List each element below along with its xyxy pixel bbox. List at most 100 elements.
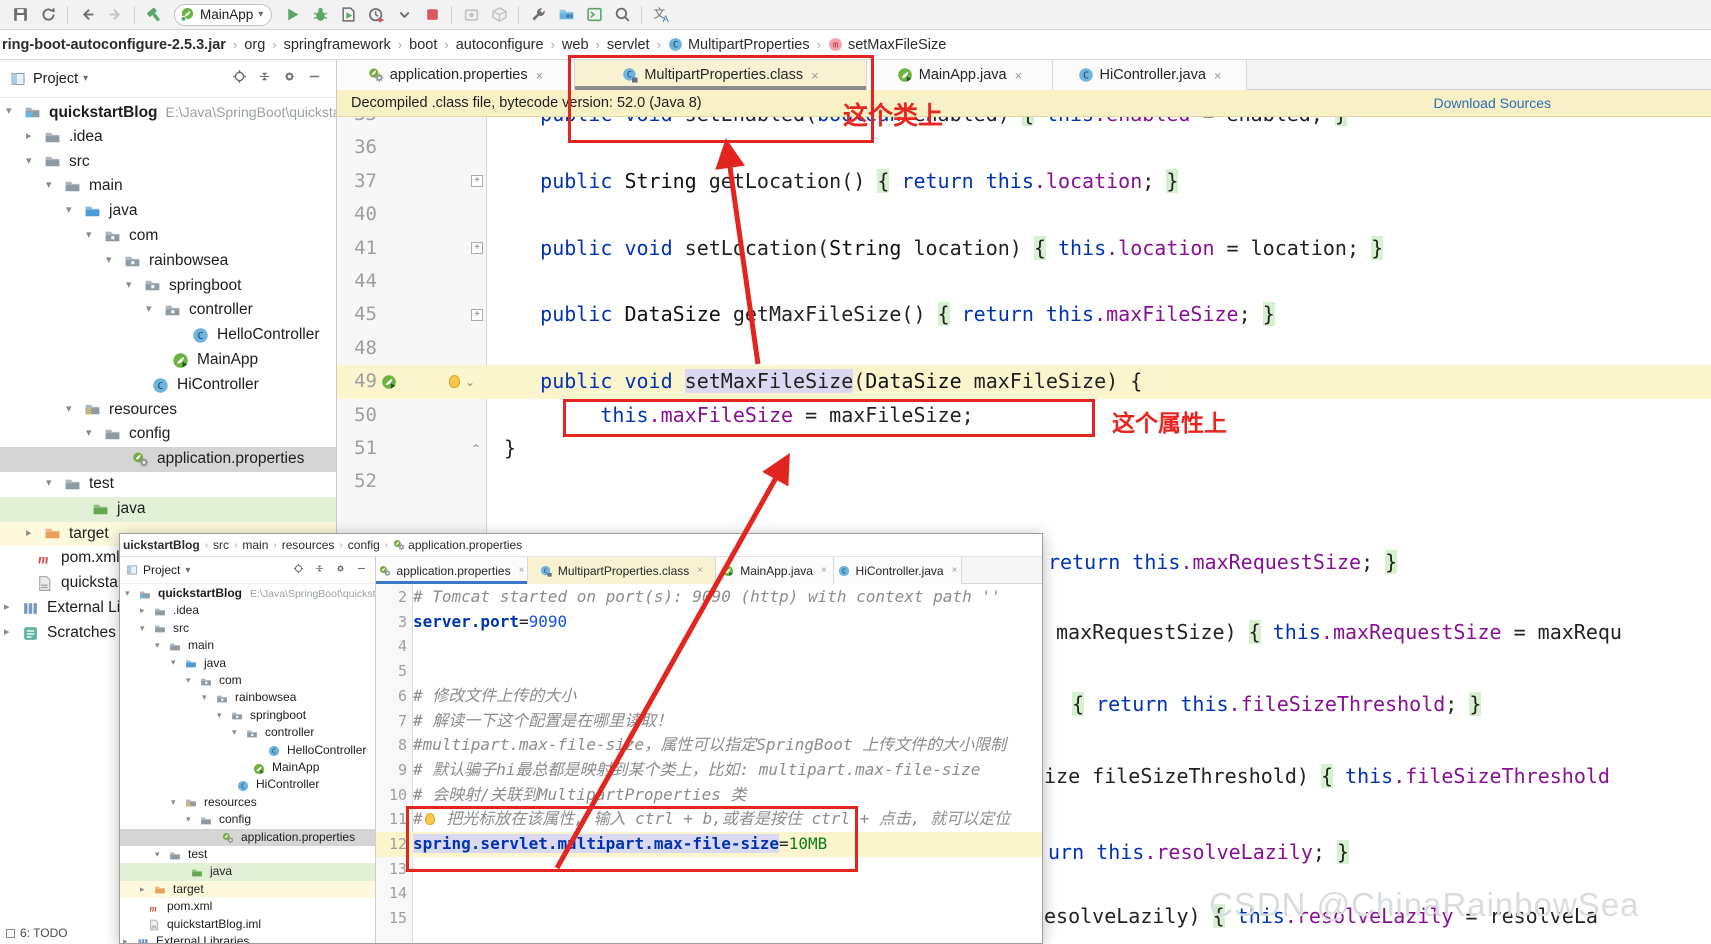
svg-text:C: C — [841, 566, 845, 575]
intention-bulb-icon[interactable] — [449, 375, 460, 389]
tree-item-label: target — [69, 524, 109, 542]
fold-marker-icon[interactable]: + — [471, 309, 483, 322]
code-fragment-4[interactable]: ize fileSizeThreshold) { this.fileSizeTh… — [1044, 760, 1610, 793]
tree-item-test[interactable]: ▾ test — [0, 472, 336, 497]
tab-mainapp-java[interactable]: MainApp.java × — [867, 60, 1053, 90]
breadcrumb-item-application-properties[interactable]: application.properties — [393, 538, 522, 552]
expand-arrow-icon[interactable]: ▸ — [26, 526, 32, 539]
tree-item-com[interactable]: ▾ com — [0, 224, 336, 249]
gear-button[interactable] — [282, 69, 297, 89]
minus-button[interactable] — [307, 69, 322, 89]
collapse-arrow-icon[interactable]: ▾ — [6, 104, 12, 117]
crosshair-button[interactable] — [232, 69, 247, 89]
breadcrumb-label: application.properties — [408, 538, 523, 552]
collapse-arrow-icon[interactable]: ▾ — [46, 178, 52, 191]
collapse-arrow-icon[interactable]: ▾ — [46, 476, 52, 489]
tree-item-idea[interactable]: ▸ .idea — [0, 125, 336, 150]
collapse-arrow-icon[interactable]: ▾ — [126, 278, 132, 291]
code-line-41[interactable]: 41 public void setLocation(String locati… — [337, 232, 1711, 265]
tree-item-controller[interactable]: ▾ controller — [0, 298, 336, 323]
tree-item-label: resources — [109, 400, 178, 418]
tab-label: HiController.java — [1099, 67, 1206, 83]
tree-item-hicontroller[interactable]: C HiController — [0, 373, 336, 398]
collapse-arrow-icon[interactable]: ▾ — [106, 253, 112, 266]
code-line-52[interactable]: 52 — [337, 465, 1711, 498]
minus-button[interactable] — [356, 561, 367, 579]
tree-item-label: rainbowsea — [149, 251, 229, 269]
tree-item-quickstartblog[interactable]: ▾ quickstartBlog E:\Java\SpringBoot\quicks… — [0, 100, 336, 125]
collapse-button[interactable] — [314, 561, 325, 579]
collapse-arrow-icon[interactable]: ▾ — [86, 228, 92, 241]
debug-button[interactable] — [306, 3, 334, 27]
close-tab-icon[interactable]: × — [536, 68, 544, 83]
fold-end-icon[interactable]: ⌃ — [471, 442, 481, 456]
back-button[interactable] — [73, 3, 101, 27]
project-tool-icon — [126, 564, 138, 576]
collapse-button[interactable] — [257, 69, 272, 89]
collapse-arrow-icon[interactable]: ▾ — [66, 203, 72, 216]
tree-item-config[interactable]: ▾ config — [0, 422, 336, 447]
breadcrumb-separator-icon: › — [339, 539, 343, 551]
tree-item-springboot[interactable]: ▾ springboot — [0, 274, 336, 299]
tab-hicontroller-java[interactable]: C HiController.java × — [1053, 60, 1247, 90]
tree-item-rainbowsea[interactable]: ▾ rainbowsea — [0, 249, 336, 274]
code-fragment-3[interactable]: { return this.fileSizeThreshold; } — [1072, 688, 1482, 721]
expand-arrow-icon[interactable]: ▸ — [26, 129, 32, 142]
tree-item-main[interactable]: ▾ main — [0, 174, 336, 199]
breadcrumb-item-config[interactable]: config — [348, 538, 380, 552]
code-fragment-1[interactable]: return this.maxRequestSize; } — [1048, 546, 1398, 579]
crosshair-button[interactable] — [293, 561, 304, 579]
breadcrumb-item-ring-boot-autoconfigure-2-5-3-jar[interactable]: ring-boot-autoconfigure-2.5.3.jar — [2, 37, 226, 53]
scratch-icon — [22, 625, 39, 646]
code-line-9: 9 # 默认骗子hi最总都是映射到某个类上，比如: multipart.max-f… — [120, 758, 1042, 783]
reload-button[interactable] — [34, 3, 62, 27]
code-line-45[interactable]: 45 public DataSize getMaxFileSize() { re… — [337, 298, 1711, 331]
fold-marker-icon[interactable]: + — [471, 175, 483, 188]
close-tab-icon[interactable]: × — [1214, 68, 1222, 83]
breadcrumb-item-org[interactable]: org — [244, 37, 265, 53]
collapse-arrow-icon[interactable]: ▾ — [146, 302, 152, 315]
code-fragment-5[interactable]: urn this.resolveLazily; } — [1048, 836, 1350, 869]
tree-item-java[interactable]: java — [0, 496, 336, 522]
download-sources-link[interactable]: Download Sources — [1433, 95, 1551, 111]
code-line-48[interactable]: 48 — [337, 332, 1711, 365]
tree-item-hellocontroller[interactable]: C HelloController — [0, 323, 336, 348]
code-fragment-2[interactable]: maxRequestSize) { this.maxRequestSize = … — [1056, 616, 1622, 649]
fold-marker-icon[interactable]: + — [471, 242, 483, 255]
gear-button[interactable] — [335, 561, 346, 579]
tab-application-properties[interactable]: application.properties × — [337, 60, 575, 90]
code-line-40[interactable]: 40 — [337, 198, 1711, 231]
project-panel-header: Project ▾ — [0, 60, 336, 98]
code-line-37[interactable]: 37 public String getLocation() { return … — [337, 165, 1711, 198]
tree-item-resources[interactable]: ▾ resources — [0, 398, 336, 423]
code-line-36[interactable]: 36 — [337, 131, 1711, 164]
code-line-49[interactable]: 49 public void setMaxFileSize(DataSize m… — [337, 365, 1711, 398]
forward-button[interactable] — [101, 3, 129, 27]
collapse-arrow-icon[interactable]: ▾ — [66, 402, 72, 415]
tree-item-src[interactable]: ▾ src — [0, 150, 336, 175]
breadcrumb-item-src[interactable]: src — [213, 538, 229, 552]
tree-item-mainapp[interactable]: MainApp — [0, 348, 336, 373]
code-line-51[interactable]: 51 } ⌃ — [337, 432, 1711, 465]
collapse-arrow-icon[interactable]: ▾ — [26, 154, 32, 167]
code-text: public void setLocation(String location)… — [540, 235, 1384, 260]
expand-arrow-icon[interactable]: ▸ — [4, 600, 10, 613]
run-button[interactable] — [278, 3, 306, 27]
todo-toolwindow-button[interactable]: 6: TODO — [6, 926, 68, 940]
chevron-down-icon[interactable]: ▾ — [83, 73, 88, 84]
tree-item-java[interactable]: ▾ java — [0, 199, 336, 224]
line-number: 37 — [354, 169, 377, 192]
breadcrumb-item-uickstartblog[interactable]: uickstartBlog — [123, 538, 200, 552]
breadcrumb-item-resources[interactable]: resources — [282, 538, 335, 552]
collapse-arrow-icon[interactable]: ▾ — [86, 426, 92, 439]
fold-start-icon[interactable]: ⌄ — [465, 375, 475, 389]
expand-arrow-icon[interactable]: ▸ — [4, 625, 10, 638]
tree-item-application-properties[interactable]: application.properties — [0, 447, 336, 472]
breadcrumb-separator-icon: › — [384, 539, 389, 551]
breadcrumb-item-main[interactable]: main — [242, 538, 268, 552]
hammer-button[interactable] — [140, 3, 168, 27]
close-tab-icon[interactable]: × — [1015, 68, 1023, 83]
run-config-selector[interactable]: MainApp ▾ — [174, 3, 273, 26]
code-line-44[interactable]: 44 — [337, 265, 1711, 298]
save-button[interactable] — [6, 3, 34, 27]
